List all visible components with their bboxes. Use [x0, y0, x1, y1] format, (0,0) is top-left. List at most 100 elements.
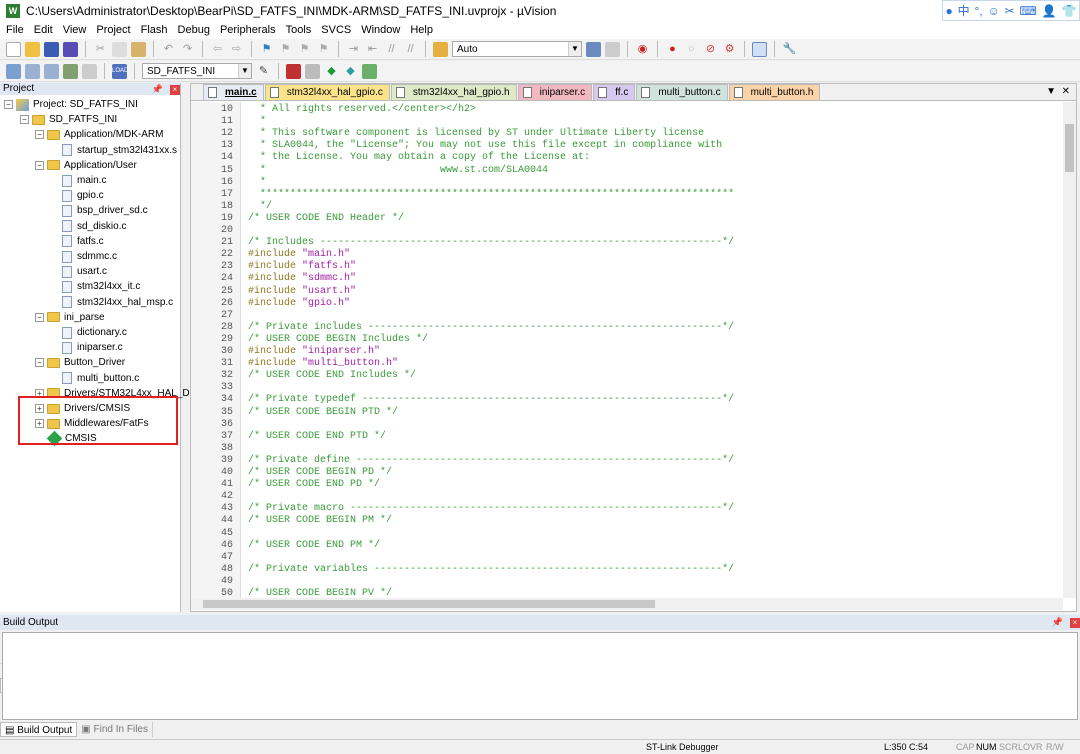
- code-line[interactable]: * the License. You may obtain a copy of …: [248, 152, 590, 164]
- tree-item[interactable]: gpio.c: [62, 188, 104, 203]
- copy-icon[interactable]: [112, 41, 127, 57]
- code-line[interactable]: /* Includes ----------------------------…: [248, 237, 734, 249]
- editor-tab[interactable]: ff.c: [593, 84, 636, 100]
- close-tab-icon[interactable]: ✕: [1062, 86, 1070, 97]
- tools-icon[interactable]: 🔧: [782, 42, 797, 57]
- collapse-icon[interactable]: −: [20, 115, 29, 125]
- tree-item[interactable]: − Project: SD_FATFS_INI: [4, 97, 138, 112]
- chevron-down-icon[interactable]: ▼: [568, 42, 581, 56]
- code-line[interactable]: * SLA0044, the "License"; You may not us…: [248, 140, 722, 152]
- code-line[interactable]: * This software component is licensed by…: [248, 128, 704, 140]
- target-select[interactable]: SD_FATFS_INI ▼: [142, 63, 252, 79]
- menu-view[interactable]: View: [63, 24, 87, 36]
- uncomment-icon[interactable]: //: [403, 42, 418, 57]
- new-file-icon[interactable]: [6, 41, 21, 57]
- open-icon[interactable]: [25, 41, 40, 57]
- find-combo[interactable]: Auto ▼: [452, 41, 582, 57]
- tree-item[interactable]: usart.c: [62, 264, 107, 279]
- editor-tab[interactable]: multi_button.c: [636, 84, 728, 100]
- menu-help[interactable]: Help: [410, 24, 433, 36]
- code-line[interactable]: #include "sdmmc.h": [248, 273, 356, 285]
- indent-icon[interactable]: ⇥: [346, 42, 361, 57]
- code-line[interactable]: /* USER CODE BEGIN PM */: [248, 515, 392, 527]
- code-line[interactable]: /* USER CODE BEGIN Includes */: [248, 334, 428, 346]
- editor-tab[interactable]: stm32l4xx_hal_gpio.c: [264, 84, 390, 100]
- build-icon[interactable]: [25, 63, 40, 79]
- person-icon[interactable]: 👤: [1042, 4, 1057, 18]
- tree-item[interactable]: stm32l4xx_it.c: [62, 279, 140, 294]
- debug-session-icon[interactable]: ◉: [635, 42, 650, 57]
- tree-item[interactable]: stm32l4xx_hal_msp.c: [62, 295, 173, 310]
- comment-icon[interactable]: //: [384, 42, 399, 57]
- nav-forward-icon[interactable]: ⇨: [229, 42, 244, 57]
- pin-icon[interactable]: 📌: [152, 84, 163, 94]
- cut-icon[interactable]: ✂: [93, 42, 108, 57]
- code-line[interactable]: #include "iniparser.h": [248, 346, 380, 358]
- ime-item-5[interactable]: ⌨: [1020, 4, 1037, 18]
- editor-tab[interactable]: stm32l4xx_hal_gpio.h: [390, 84, 517, 100]
- tree-item[interactable]: − SD_FATFS_INI: [20, 112, 117, 127]
- code-line[interactable]: /* USER CODE END PM */: [248, 540, 380, 552]
- collapse-icon[interactable]: −: [4, 100, 13, 109]
- code-line[interactable]: /* Private typedef ---------------------…: [248, 394, 734, 406]
- menu-svcs[interactable]: SVCS: [321, 24, 351, 36]
- code-line[interactable]: /* Private variables -------------------…: [248, 564, 734, 576]
- vertical-scroll-thumb[interactable]: [1065, 124, 1074, 172]
- batch-build-icon[interactable]: [63, 63, 78, 79]
- code-line[interactable]: /* USER CODE BEGIN PTD */: [248, 407, 398, 419]
- code-line[interactable]: /* Private define ----------------------…: [248, 455, 734, 467]
- window-layout-icon[interactable]: [752, 41, 767, 57]
- build-output-text[interactable]: [2, 632, 1078, 720]
- close-icon[interactable]: ×: [170, 85, 180, 95]
- select-packs-icon[interactable]: [305, 63, 320, 79]
- clear-bookmarks-icon[interactable]: ⚑: [316, 42, 331, 57]
- find-in-files-icon[interactable]: [433, 41, 448, 57]
- ime-item-4[interactable]: ✂: [1005, 4, 1015, 18]
- tree-item[interactable]: iniparser.c: [62, 340, 123, 355]
- redo-icon[interactable]: ↷: [180, 42, 195, 57]
- code-line[interactable]: /* USER CODE END Includes */: [248, 370, 416, 382]
- code-line[interactable]: #include "main.h": [248, 249, 350, 261]
- editor-tab[interactable]: iniparser.c: [517, 84, 593, 100]
- tree-item[interactable]: − Button_Driver: [35, 355, 125, 370]
- undo-icon[interactable]: ↶: [161, 42, 176, 57]
- download-icon[interactable]: LOAD: [112, 63, 128, 79]
- find-icon[interactable]: [586, 41, 601, 57]
- pin-icon[interactable]: 📌: [1052, 617, 1063, 627]
- tree-item[interactable]: − Application/MDK-ARM: [35, 127, 163, 142]
- nav-back-icon[interactable]: ⇦: [210, 42, 225, 57]
- translate-icon[interactable]: [6, 63, 21, 79]
- configure-icon[interactable]: ⚙: [722, 42, 737, 57]
- menu-project[interactable]: Project: [96, 24, 130, 36]
- close-icon[interactable]: ×: [1070, 618, 1080, 628]
- shirt-icon[interactable]: 👕: [1062, 4, 1077, 18]
- menu-flash[interactable]: Flash: [141, 24, 168, 36]
- menu-debug[interactable]: Debug: [178, 24, 210, 36]
- unindent-icon[interactable]: ⇤: [365, 42, 380, 57]
- code-line[interactable]: */: [248, 201, 272, 213]
- manage-project-items-icon[interactable]: [286, 63, 301, 79]
- code-line[interactable]: #include "gpio.h": [248, 298, 350, 310]
- incremental-find-icon[interactable]: [605, 41, 620, 57]
- editor-tab[interactable]: multi_button.h: [728, 84, 821, 100]
- code-line[interactable]: ****************************************…: [248, 189, 734, 201]
- tree-item[interactable]: startup_stm32l431xx.s: [62, 143, 177, 158]
- menu-edit[interactable]: Edit: [34, 24, 53, 36]
- manage-rte-icon[interactable]: ◆: [324, 64, 339, 79]
- ime-item-2[interactable]: °,: [974, 4, 982, 18]
- stop-build-icon[interactable]: [82, 63, 97, 79]
- paste-icon[interactable]: [131, 41, 146, 57]
- collapse-icon[interactable]: −: [35, 358, 44, 368]
- code-line[interactable]: /* USER CODE END PD */: [248, 479, 380, 491]
- menu-tools[interactable]: Tools: [286, 24, 312, 36]
- tab-build-output[interactable]: ▤ Build Output: [0, 722, 78, 737]
- horizontal-scroll-thumb[interactable]: [203, 600, 655, 608]
- save-all-icon[interactable]: [63, 41, 78, 57]
- tree-item[interactable]: multi_button.c: [62, 371, 139, 386]
- code-line[interactable]: * All rights reserved.</center></h2>: [248, 104, 476, 116]
- kill-breakpoints-icon[interactable]: ⊘: [703, 42, 718, 57]
- user-icon[interactable]: ●: [945, 4, 952, 18]
- tree-item[interactable]: sdmmc.c: [62, 249, 117, 264]
- tree-item[interactable]: − ini_parse: [35, 310, 105, 325]
- code-line[interactable]: /* Private includes --------------------…: [248, 322, 734, 334]
